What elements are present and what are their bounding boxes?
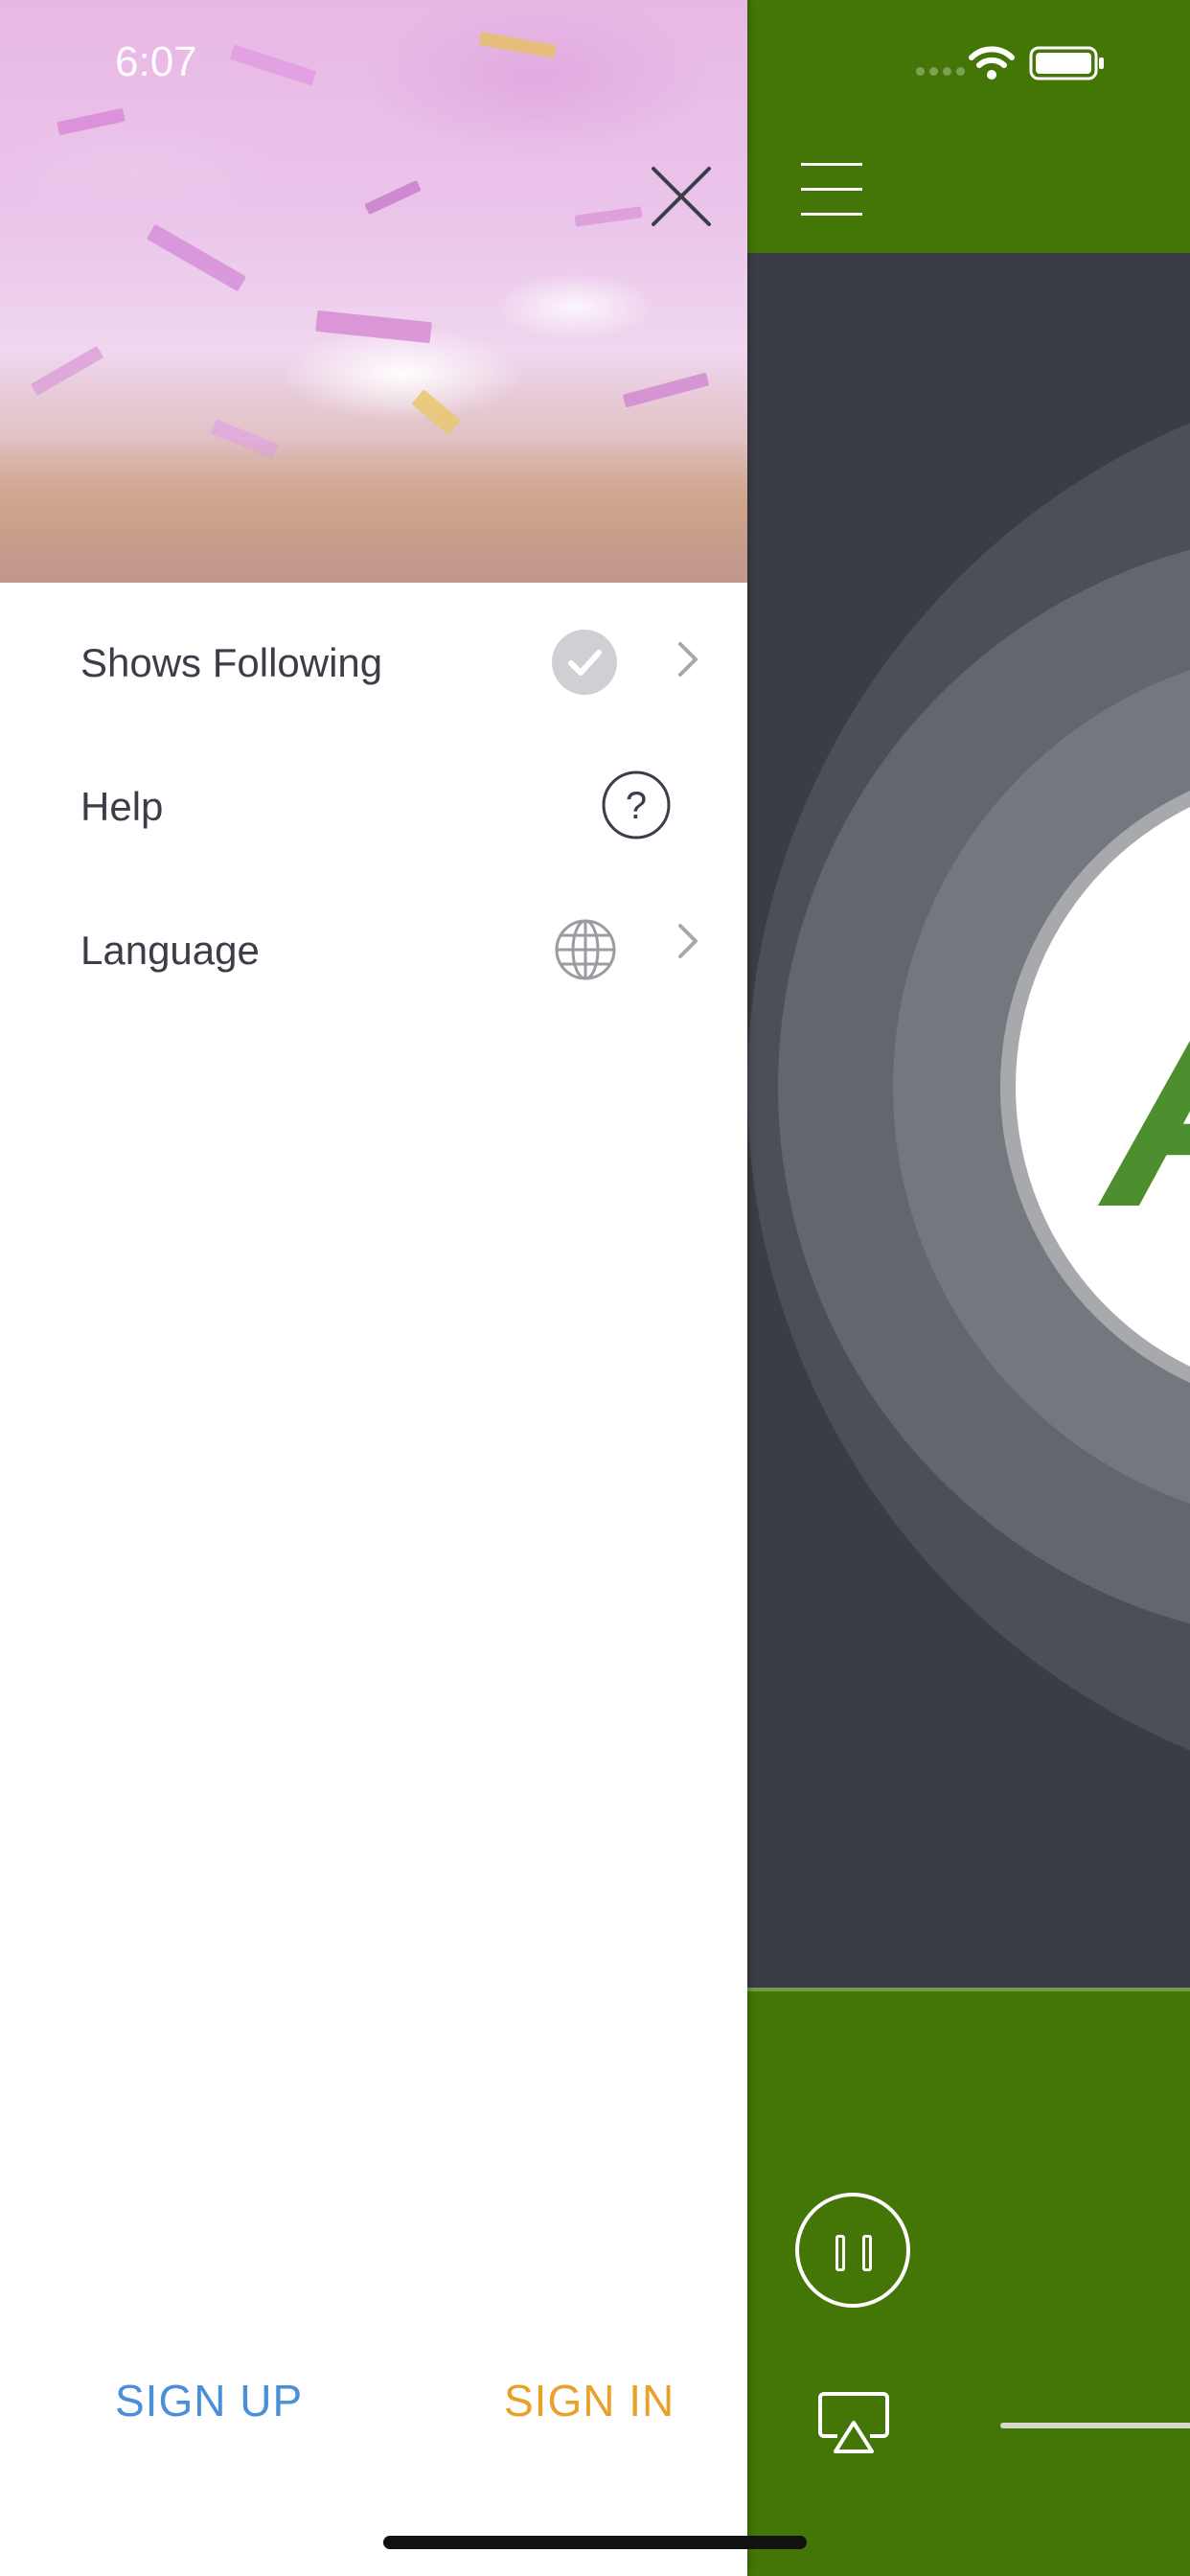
menu-item-help[interactable]: Help ? (0, 740, 747, 874)
globe-icon (555, 919, 616, 980)
crowd-silhouette (0, 439, 747, 583)
svg-text:?: ? (626, 785, 647, 827)
cellular-signal-icon (916, 67, 965, 76)
chevron-right-icon (678, 924, 698, 958)
menu-item-shows-following[interactable]: Shows Following (0, 596, 747, 730)
hamburger-menu-button[interactable] (801, 161, 862, 217)
home-indicator[interactable] (383, 2536, 807, 2549)
main-header (747, 0, 1190, 253)
airplay-icon[interactable] (816, 2390, 891, 2457)
battery-icon (1029, 46, 1104, 80)
question-circle-icon: ? (602, 770, 671, 840)
status-time: 6:07 (115, 38, 197, 85)
close-icon[interactable] (648, 163, 715, 230)
chevron-right-icon (678, 642, 698, 677)
pause-button[interactable] (795, 2193, 910, 2308)
header-image: 6:07 (0, 0, 747, 583)
menu-item-label: Language (80, 928, 260, 973)
main-player-screen: A (747, 0, 1190, 2576)
menu-item-label: Help (80, 784, 164, 829)
wifi-icon (969, 46, 1015, 80)
side-menu-drawer: 6:07 Shows Following Help ? Language SIG… (0, 0, 747, 2576)
station-logo-letter: A (1104, 962, 1190, 1250)
player-controls (747, 1988, 1190, 2576)
menu-item-label: Shows Following (80, 640, 383, 685)
sign-up-button[interactable]: SIGN UP (115, 2375, 303, 2426)
station-artwork: A (747, 253, 1190, 1988)
volume-slider[interactable] (1000, 2423, 1190, 2428)
menu-item-language[interactable]: Language (0, 884, 747, 1018)
sign-in-button[interactable]: SIGN IN (504, 2375, 675, 2426)
checkmark-circle-icon (552, 630, 617, 695)
